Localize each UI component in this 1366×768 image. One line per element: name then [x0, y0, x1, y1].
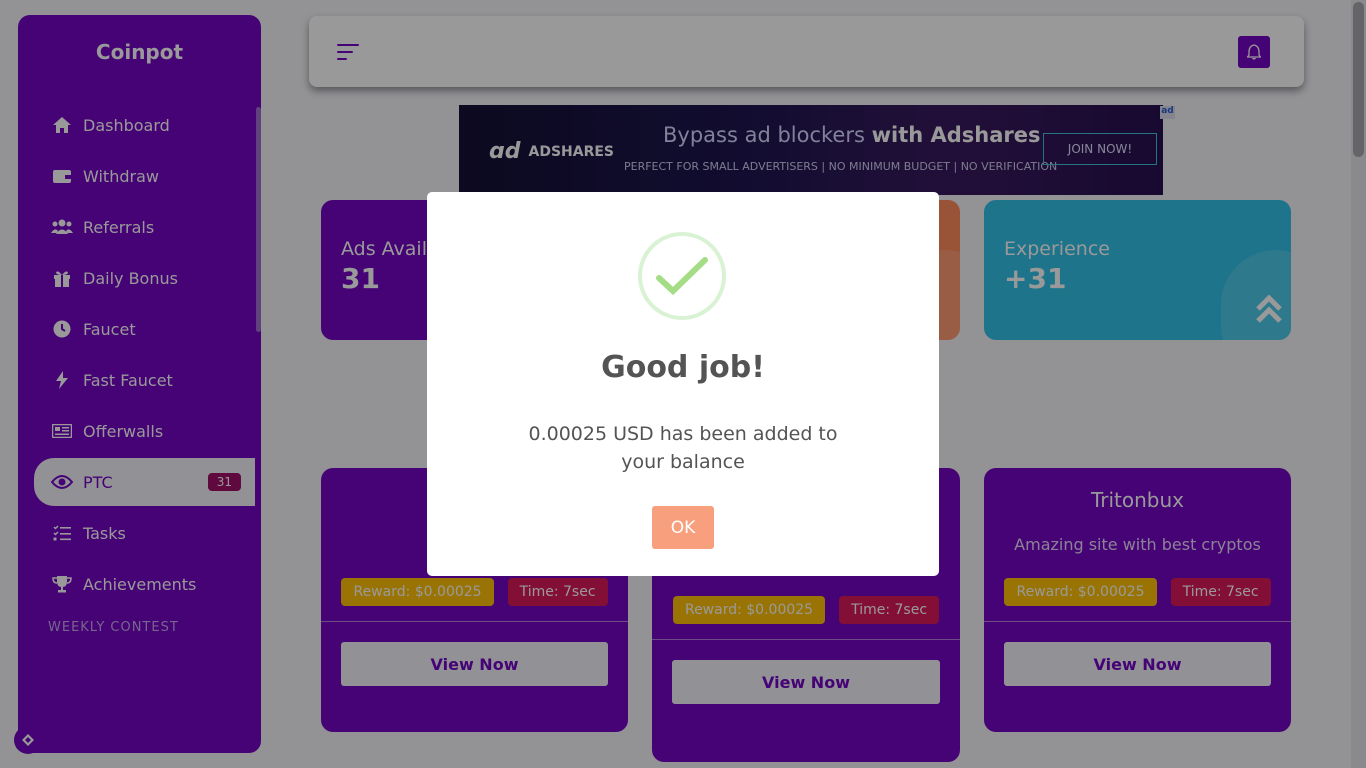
dialog-message: 0.00025 USD has been added to your balan…: [528, 423, 838, 473]
success-dialog: Good job! 0.00025 USD has been added to …: [427, 192, 939, 576]
ok-button[interactable]: OK: [652, 506, 714, 549]
dialog-title: Good job!: [601, 350, 765, 385]
success-check-icon: [638, 232, 726, 320]
